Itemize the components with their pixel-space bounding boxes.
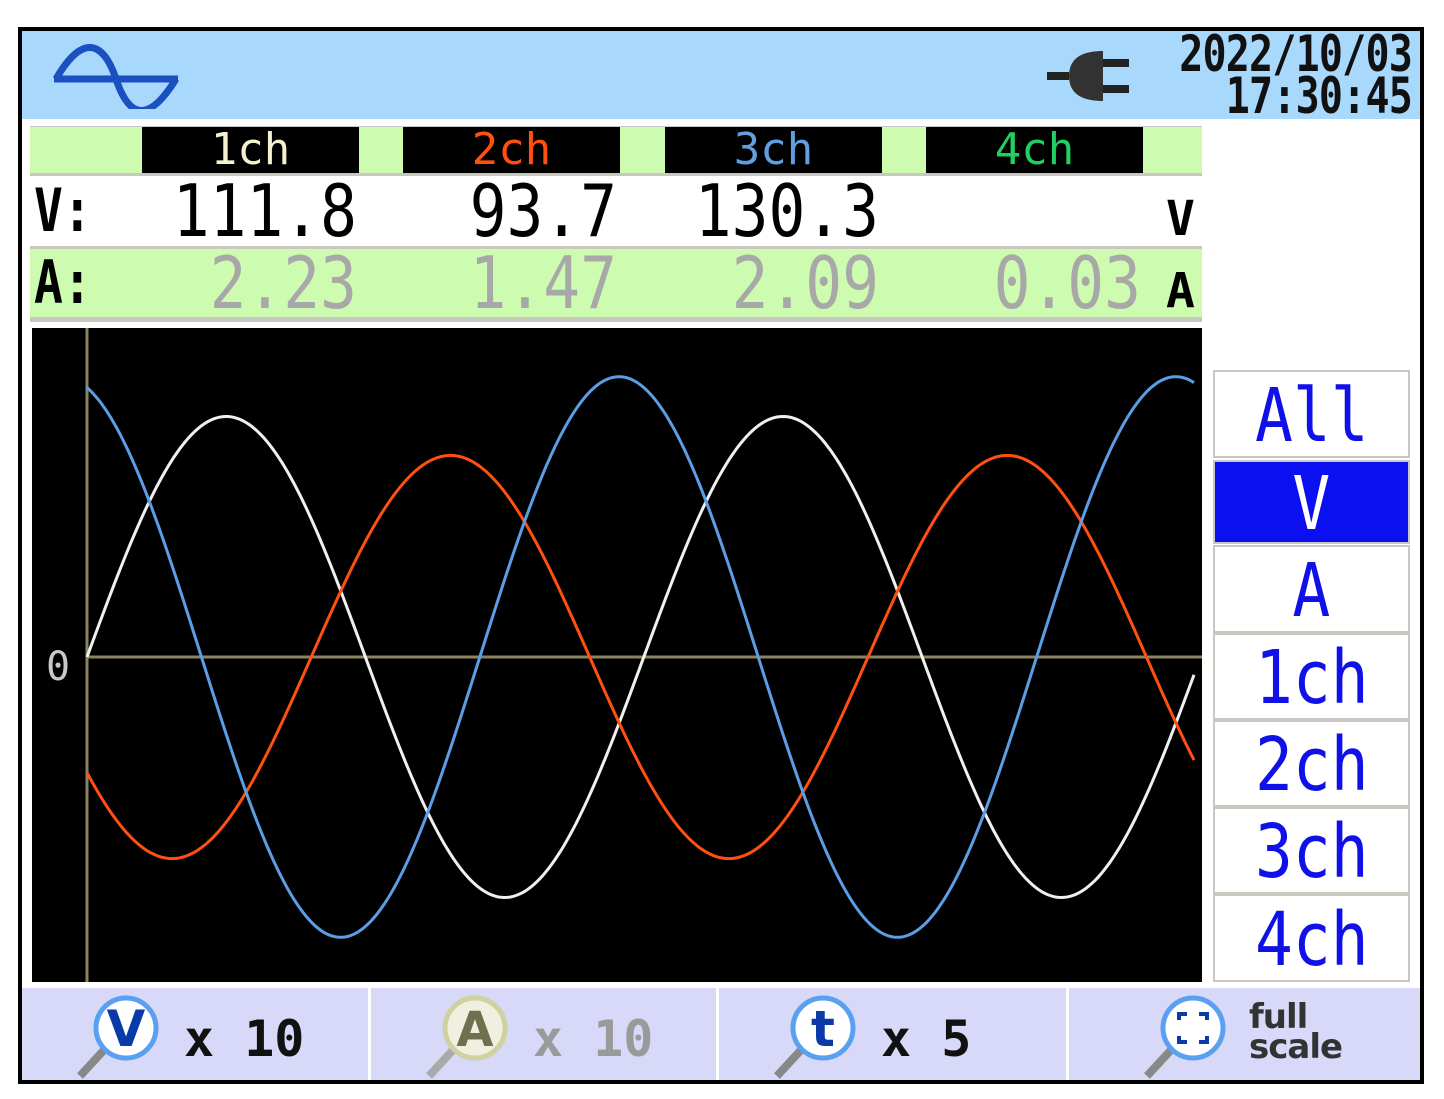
waveform-plot: 0 [32, 328, 1202, 982]
datetime: 2022/10/03 17:30:45 [1179, 31, 1413, 121]
sidebar-item-2ch[interactable]: 2ch [1213, 720, 1410, 808]
ch2-voltage: 93.7 [469, 169, 617, 253]
sidebar-item-label: 3ch [1254, 809, 1369, 895]
header-bar: 2022/10/03 17:30:45 [22, 31, 1420, 121]
sidebar-item-a[interactable]: A [1213, 545, 1410, 634]
ch2-current: 1.47 [469, 241, 617, 325]
current-icon-letter: A [456, 1002, 493, 1058]
ch4-current: 0.03 [993, 241, 1141, 325]
waveform-svg: 0 [46, 328, 1202, 982]
current-zoom-label: x 10 [533, 1010, 654, 1068]
full-scale-button[interactable]: full scale [1069, 988, 1420, 1080]
voltage-label: V: [34, 176, 92, 246]
sidebar-item-4ch[interactable]: 4ch [1213, 894, 1410, 983]
ch1-current: 2.23 [209, 241, 357, 325]
full-scale-magnifier-icon [1144, 995, 1226, 1079]
sidebar-item-label: A [1292, 548, 1331, 634]
ac-plug-icon [1047, 51, 1129, 101]
current-label: A: [34, 248, 92, 318]
sidebar-item-3ch[interactable]: 3ch [1213, 807, 1410, 895]
screen: 2022/10/03 17:30:45 1ch 2ch 3ch 4ch V: 11… [22, 31, 1420, 1080]
ch1-voltage: 111.8 [172, 169, 357, 253]
zero-label: 0 [46, 644, 70, 690]
sidebar-item-label: 1ch [1254, 635, 1369, 721]
scale-label: scale [1249, 1027, 1343, 1067]
sidebar-item-label: 4ch [1254, 897, 1369, 983]
voltage-icon-letter: V [107, 1000, 146, 1058]
sidebar-item-label: All [1254, 373, 1369, 459]
voltage-zoom-label: x 10 [184, 1010, 305, 1068]
time-zoom-button[interactable]: t x 5 [719, 988, 1065, 1080]
sidebar-item-all[interactable]: All [1213, 370, 1410, 459]
ch3-voltage: 130.3 [694, 169, 879, 253]
voltage-magnifier-icon: V [77, 995, 159, 1079]
voltage-unit: V [1166, 191, 1195, 247]
channel-2-header: 2ch [403, 127, 620, 173]
ch3-current: 2.09 [731, 241, 879, 325]
time-zoom-label: x 5 [881, 1010, 972, 1068]
time-icon-letter: t [811, 1000, 835, 1058]
sidebar-item-label: V [1292, 461, 1331, 547]
channel-1-header: 1ch [142, 127, 359, 173]
current-unit: A [1166, 263, 1195, 319]
full-scale-label: full scale [1249, 1000, 1343, 1067]
sine-wave-icon[interactable] [50, 43, 182, 109]
current-magnifier-icon: A [426, 995, 508, 1079]
time-magnifier-icon: t [774, 995, 856, 1079]
channel-3-header: 3ch [665, 127, 882, 173]
sidebar-item-v[interactable]: V [1213, 460, 1410, 547]
voltage-zoom-button[interactable]: V x 10 [22, 988, 368, 1080]
sidebar-item-1ch[interactable]: 1ch [1213, 633, 1410, 721]
sidebar-item-label: 2ch [1254, 722, 1369, 808]
current-zoom-button[interactable]: A x 10 [371, 988, 717, 1080]
channel-4-header: 4ch [926, 127, 1143, 173]
